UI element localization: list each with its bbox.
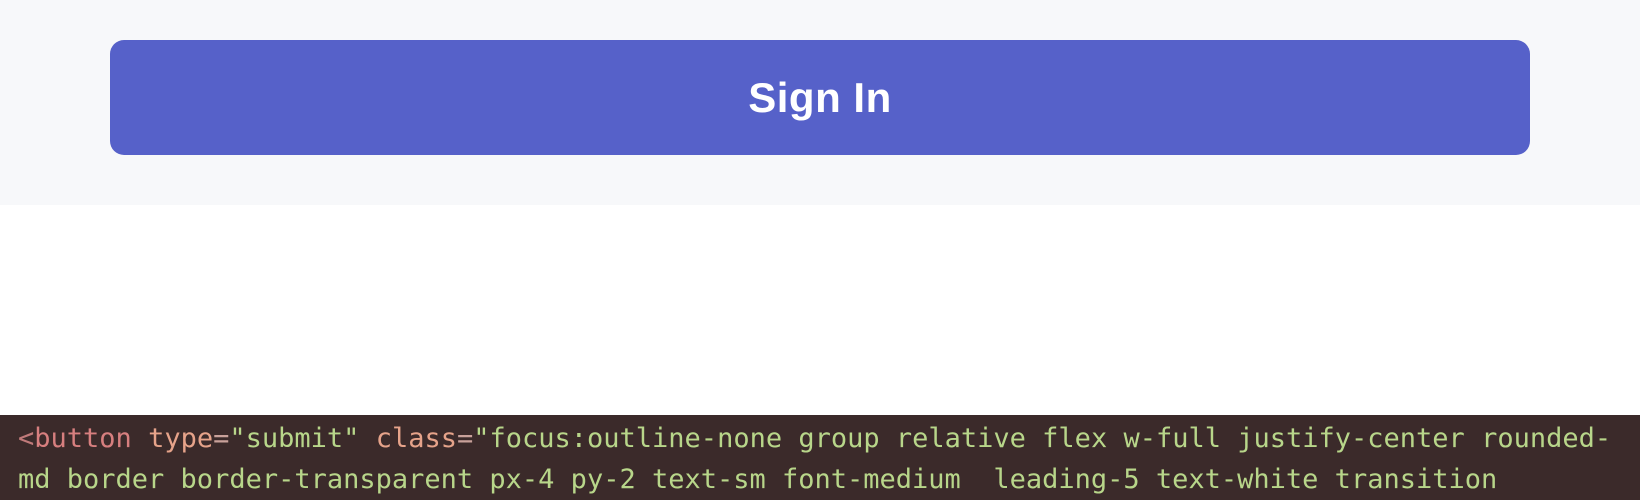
- attr-type-value: "submit": [229, 423, 359, 454]
- angle-open: <: [18, 423, 34, 454]
- blank-area: [0, 205, 1640, 415]
- sign-in-button-label: Sign In: [748, 74, 892, 122]
- attr-type-name: type: [148, 423, 213, 454]
- button-preview-area: Sign In: [0, 0, 1640, 205]
- html-tag-name: button: [34, 423, 132, 454]
- eq1: =: [213, 423, 229, 454]
- attr-class-name: class: [376, 423, 457, 454]
- sign-in-button[interactable]: Sign In: [110, 40, 1530, 155]
- eq2: =: [457, 423, 473, 454]
- devtools-elements-line[interactable]: <button type="submit" class="focus:outli…: [0, 415, 1640, 500]
